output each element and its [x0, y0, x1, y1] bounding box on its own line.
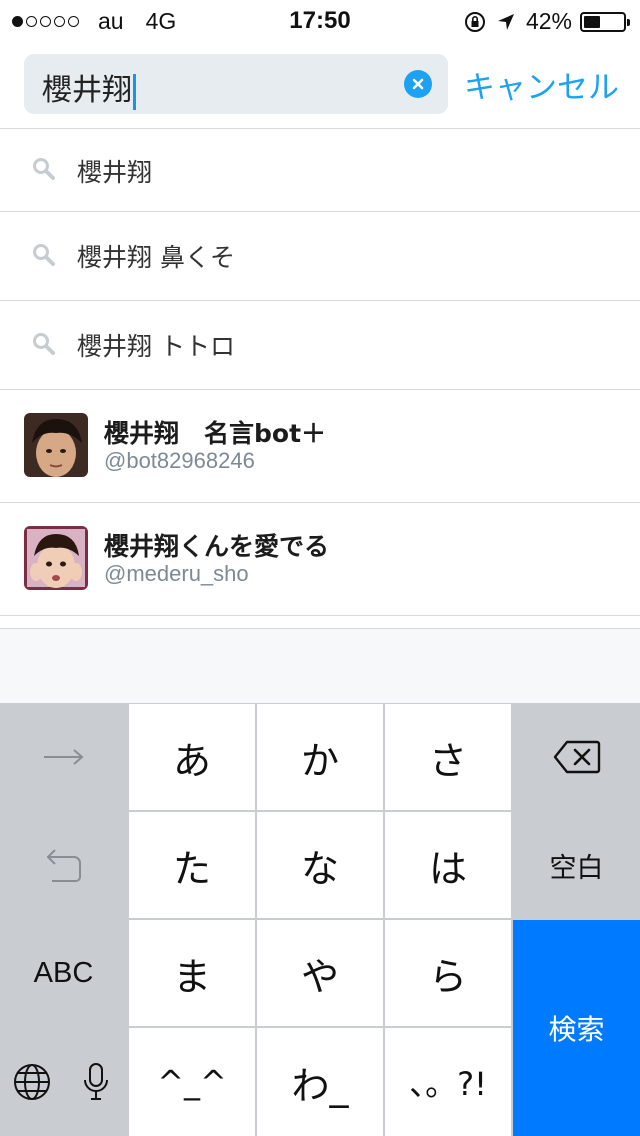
account-name: 櫻井翔くんを愛でる — [104, 532, 330, 561]
kana-key-ta[interactable]: た — [129, 812, 255, 918]
account-handle: @mederu_sho — [104, 561, 249, 586]
cancel-button[interactable]: キャンセル — [464, 62, 619, 107]
clear-search-button[interactable] — [404, 70, 432, 98]
japanese-keyboard: あ か さ た な は 空白 ABC ま や ら 検索 ^_^ わ_ 、。?! — [0, 703, 640, 1136]
next-candidate-key[interactable] — [0, 704, 127, 810]
kana-key-na[interactable]: な — [257, 812, 383, 918]
suggestion-item[interactable]: 櫻井翔 トトロ — [0, 301, 640, 389]
emoticon-key[interactable]: ^_^ — [129, 1028, 255, 1136]
clear-icon — [412, 78, 424, 90]
suggestion-text: 櫻井翔 — [77, 158, 153, 187]
search-icon — [33, 158, 55, 180]
suggestion-item[interactable]: 櫻井翔 鼻くそ — [0, 212, 640, 300]
abc-key[interactable]: ABC — [0, 920, 127, 1026]
kana-key-ra[interactable]: ら — [385, 920, 511, 1026]
location-arrow-icon — [497, 13, 514, 30]
kana-key-sa[interactable]: さ — [385, 704, 511, 810]
orientation-lock-icon — [464, 11, 485, 32]
battery-percent: 42% — [525, 8, 572, 34]
dictation-key[interactable] — [65, 1028, 127, 1136]
kana-key-ka[interactable]: か — [257, 704, 383, 810]
avatar — [24, 526, 88, 590]
search-key[interactable]: 検索 — [513, 920, 640, 1136]
search-key-label: 検索 — [548, 1013, 605, 1046]
globe-key[interactable] — [0, 1028, 63, 1136]
next-arrow-icon — [43, 749, 84, 765]
globe-icon — [13, 1064, 50, 1100]
text-cursor — [133, 73, 136, 110]
divider — [0, 615, 640, 616]
undo-key[interactable] — [0, 812, 127, 918]
kana-key-wa[interactable]: わ_ — [257, 1028, 383, 1136]
account-result[interactable]: 櫻井翔 名言bot＋ @bot82968246 — [0, 390, 640, 502]
avatar — [24, 413, 88, 477]
account-result[interactable]: 櫻井翔くんを愛でる @mederu_sho — [0, 503, 640, 615]
search-input[interactable]: 櫻井翔 — [24, 54, 448, 114]
kana-key-a[interactable]: あ — [129, 704, 255, 810]
abc-label: ABC — [33, 956, 94, 989]
backspace-key[interactable] — [513, 704, 640, 810]
kana-key-ha[interactable]: は — [385, 812, 511, 918]
microphone-icon — [84, 1063, 108, 1100]
status-bar: au 4G 17:50 42% — [0, 0, 640, 40]
suggestion-text: 櫻井翔 トトロ — [77, 332, 235, 361]
empty-area — [0, 629, 640, 703]
battery-icon — [580, 11, 630, 32]
kana-key-ya[interactable]: や — [257, 920, 383, 1026]
suggestion-item[interactable]: 櫻井翔 — [0, 129, 640, 211]
space-key[interactable]: 空白 — [513, 812, 640, 918]
punctuation-key[interactable]: 、。?! — [385, 1028, 511, 1136]
suggestion-text: 櫻井翔 鼻くそ — [77, 243, 235, 272]
search-icon — [33, 244, 55, 266]
search-icon — [33, 333, 55, 355]
undo-icon — [46, 849, 81, 882]
account-name: 櫻井翔 名言bot＋ — [104, 419, 327, 448]
space-label: 空白 — [549, 852, 604, 884]
backspace-icon — [553, 740, 600, 774]
account-handle: @bot82968246 — [104, 448, 255, 473]
search-query: 櫻井翔 — [42, 73, 132, 108]
kana-key-ma[interactable]: ま — [129, 920, 255, 1026]
